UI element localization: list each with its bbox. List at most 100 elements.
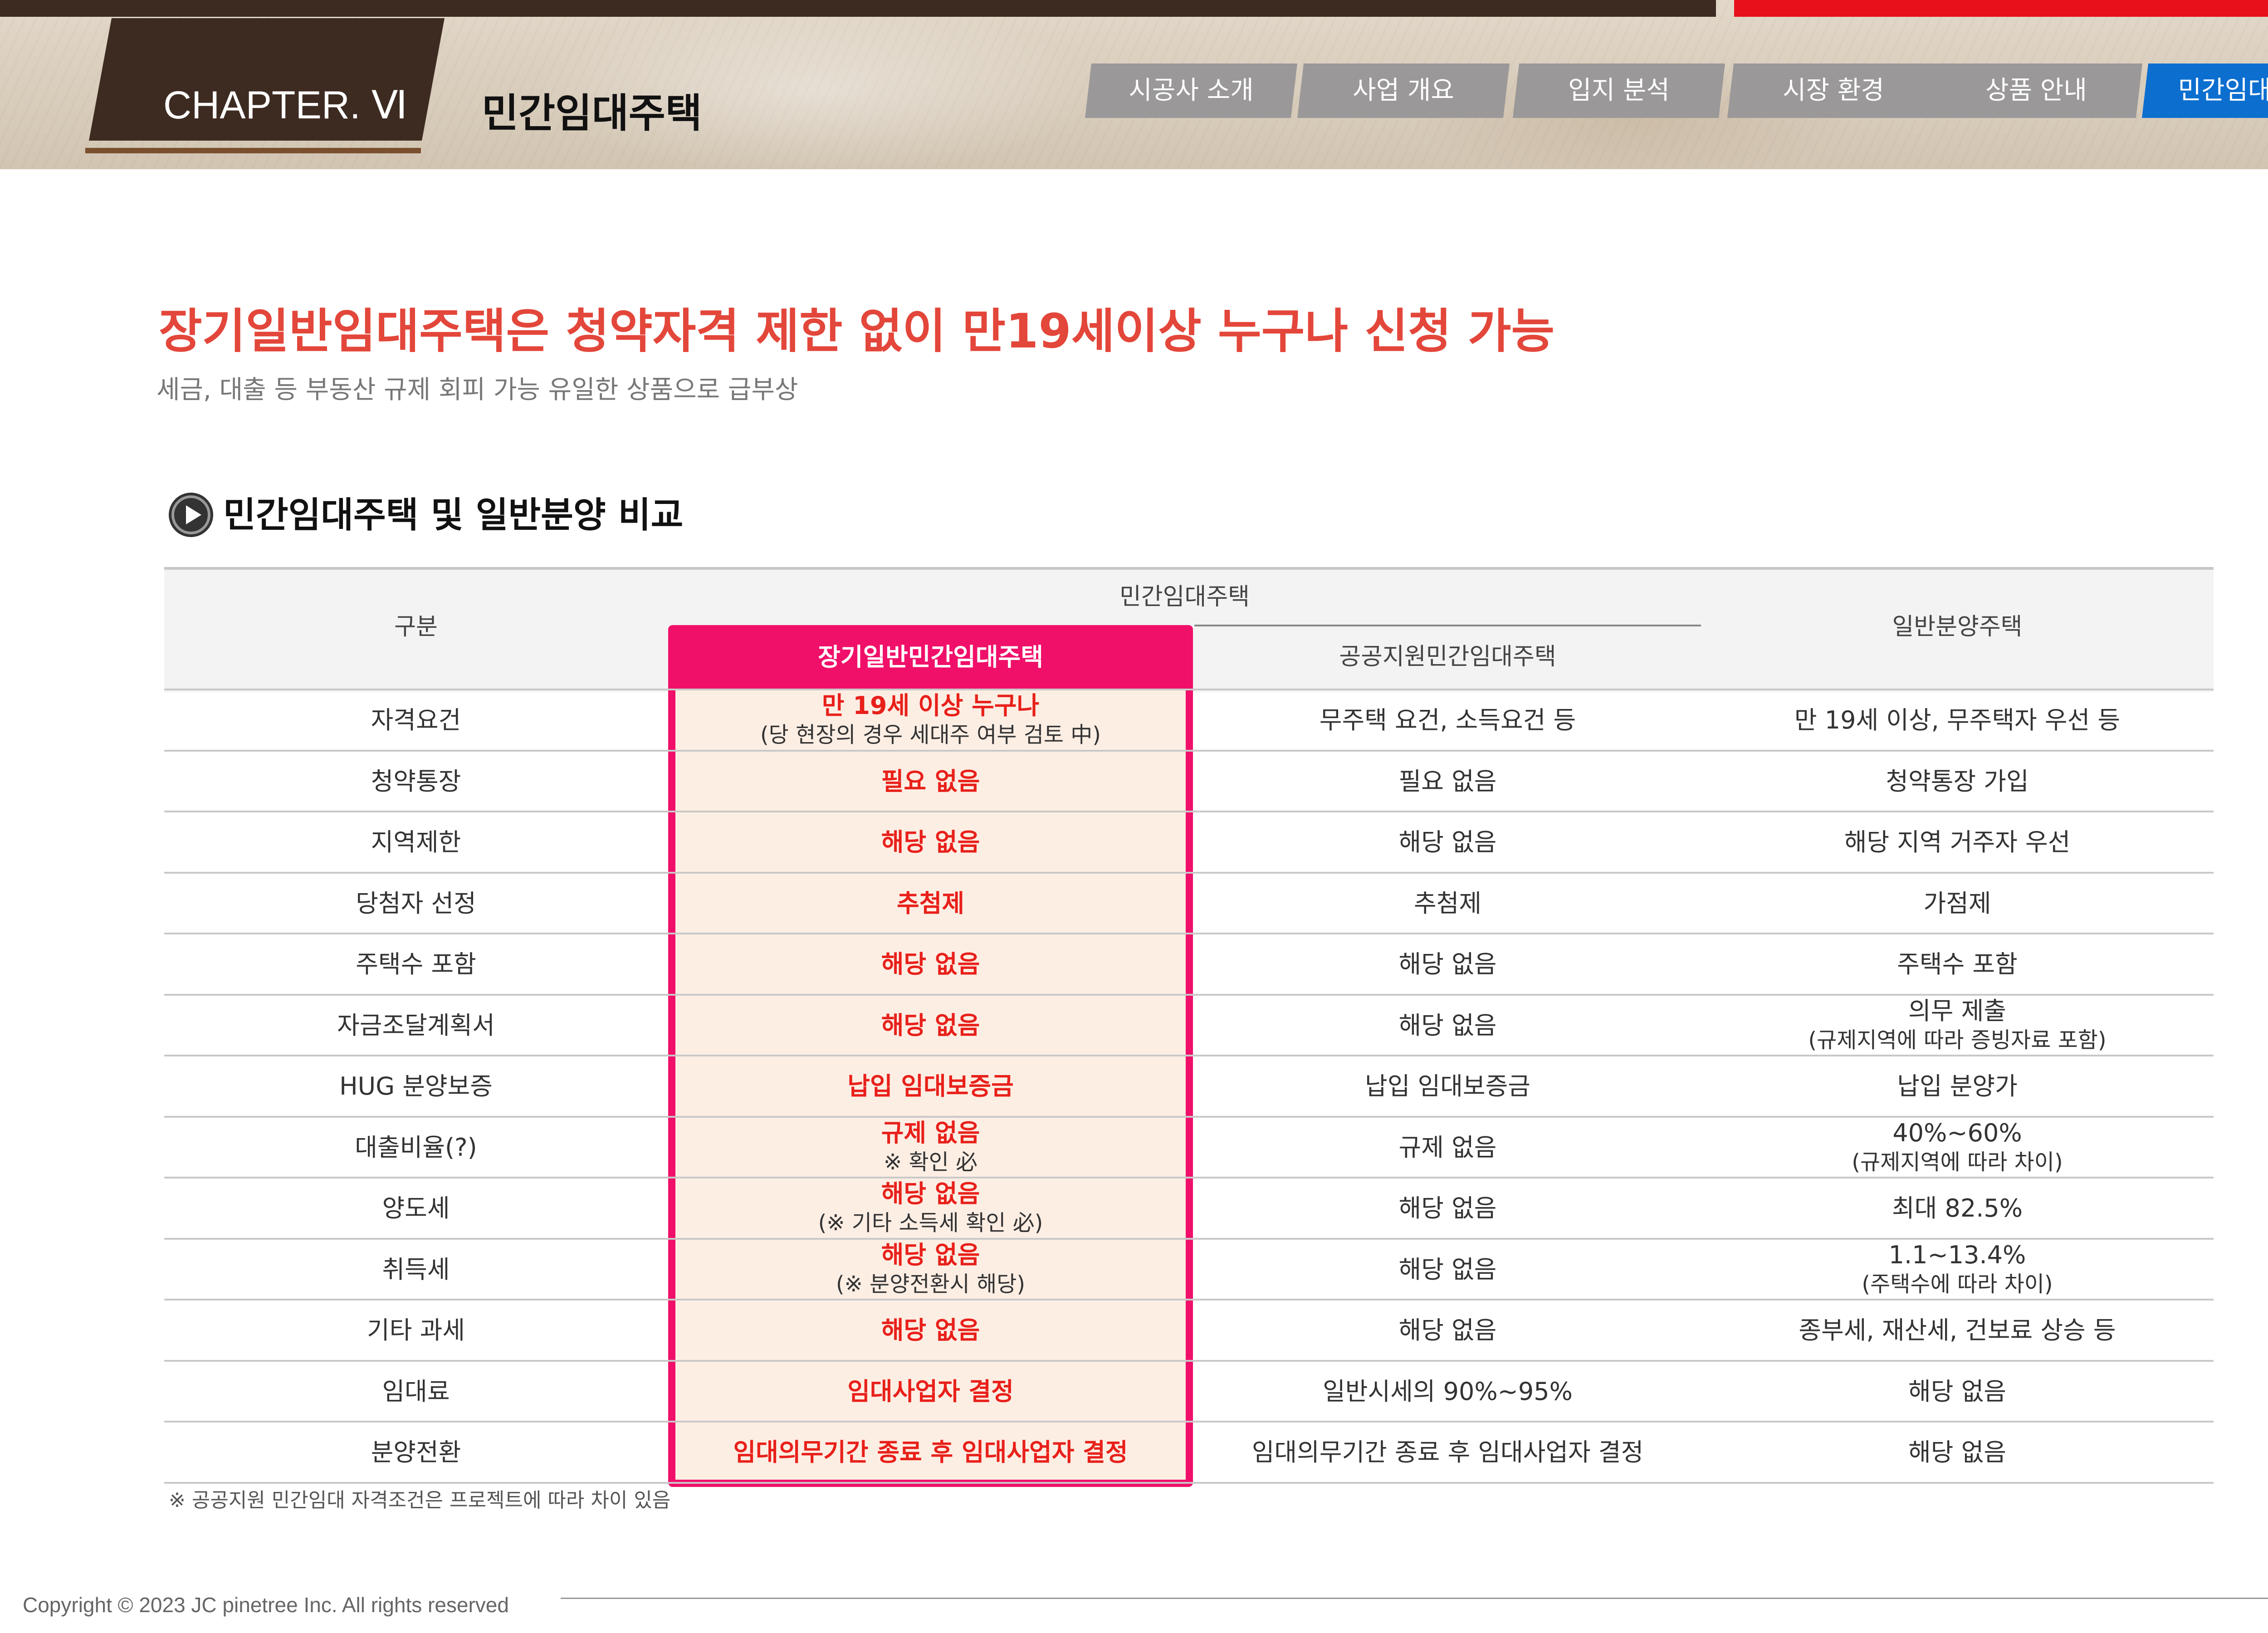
nav-tab-product[interactable]: 상품 안내 xyxy=(1930,64,2142,118)
play-circle-icon xyxy=(169,493,213,537)
cell-text: 임대의무기간 종료 후 임대사업자 결정 xyxy=(733,1438,1128,1467)
nav-tab-location[interactable]: 입지 분석 xyxy=(1513,64,1725,118)
cell-general: 해당 없음 xyxy=(1701,1361,2214,1422)
cell-public: 규제 없음 xyxy=(1194,1117,1701,1178)
cell-text: 해당 없음 xyxy=(881,828,980,856)
cell-general: 1.1~13.4% (주택수에 따라 차이) xyxy=(1701,1239,2214,1300)
cell-category: 임대료 xyxy=(164,1361,668,1422)
cell-long-term: 해당 없음 (※ 기타 소득세 확인 必) xyxy=(675,1178,1186,1239)
cell-text: 해당 없음 xyxy=(1398,950,1497,978)
cell-long-term: 추첨제 xyxy=(675,873,1186,934)
cell-text: 취득세 xyxy=(382,1255,450,1284)
cell-subtext: (주택수에 따라 차이) xyxy=(1862,1271,2053,1297)
cell-text: 해당 없음 xyxy=(1398,1255,1497,1284)
cell-subtext: (※ 분양전환시 해당) xyxy=(836,1271,1026,1297)
cell-subtext: (규제지역에 따라 차이) xyxy=(1852,1149,2063,1175)
header-long-term-rental: 장기일반민간임대주택 xyxy=(668,625,1193,689)
cell-text: 의무 제출 xyxy=(1908,997,2006,1025)
cell-text: 양도세 xyxy=(382,1194,450,1222)
cell-text: 자금조달계획서 xyxy=(337,1011,495,1040)
cell-text: 임대료 xyxy=(382,1377,450,1406)
cell-category: HUG 분양보증 xyxy=(164,1056,668,1117)
cell-text: 해당 지역 거주자 우선 xyxy=(1844,828,2071,856)
chapter-title: 민간임대주택 xyxy=(482,90,702,137)
cell-text: 무주택 요건, 소득요건 등 xyxy=(1319,706,1576,734)
top-accent-bar-dark xyxy=(0,0,1716,17)
cell-text: 납입 임대보증금 xyxy=(1365,1072,1530,1100)
cell-text: 납입 임대보증금 xyxy=(847,1072,1014,1100)
cell-long-term: 만 19세 이상 누구나 (당 현장의 경우 세대주 여부 검토 中) xyxy=(675,690,1186,751)
cell-general: 의무 제출 (규제지역에 따라 증빙자료 포함) xyxy=(1701,995,2214,1056)
cell-text: 당첨자 선정 xyxy=(356,889,476,918)
cell-text: 주택수 포함 xyxy=(1897,950,2018,978)
cell-category: 주택수 포함 xyxy=(164,934,668,995)
cell-text: 기타 과세 xyxy=(367,1316,465,1345)
section-title: 민간임대주택 및 일반분양 비교 xyxy=(223,495,684,536)
cell-text: 해당 없음 xyxy=(1908,1438,2006,1467)
cell-subtext: ※ 확인 必 xyxy=(883,1149,978,1175)
cell-text: 추첨제 xyxy=(896,889,965,918)
cell-general: 해당 없음 xyxy=(1701,1422,2214,1483)
nav-tab-contractor[interactable]: 시공사 소개 xyxy=(1085,64,1297,118)
nav-tab-market[interactable]: 시장 환경 xyxy=(1727,64,1940,118)
cell-general: 납입 분양가 xyxy=(1701,1056,2214,1117)
cell-text: 해당 없음 xyxy=(1398,1011,1497,1040)
cell-subtext: (당 현장의 경우 세대주 여부 검토 中) xyxy=(760,722,1101,748)
headline: 장기일반임대주택은 청약자격 제한 없이 만19세이상 누구나 신청 가능 xyxy=(159,303,1555,359)
nav-tab-overview[interactable]: 사업 개요 xyxy=(1297,64,1510,118)
cell-long-term: 임대사업자 결정 xyxy=(675,1361,1186,1422)
cell-text: 주택수 포함 xyxy=(356,950,476,978)
cell-general: 만 19세 이상, 무주택자 우선 등 xyxy=(1701,690,2214,751)
cell-text: 해당 없음 xyxy=(881,1316,980,1345)
cell-public: 해당 없음 xyxy=(1194,1239,1701,1300)
cell-category: 기타 과세 xyxy=(164,1300,668,1361)
cell-category: 자금조달계획서 xyxy=(164,995,668,1056)
cell-public: 일반시세의 90%~95% xyxy=(1194,1361,1701,1422)
cell-long-term: 임대의무기간 종료 후 임대사업자 결정 xyxy=(675,1422,1186,1483)
chapter-underline xyxy=(85,148,421,153)
cell-text: 해당 없음 xyxy=(1398,1316,1497,1345)
cell-text: 규제 없음 xyxy=(881,1119,980,1147)
cell-text: 일반시세의 90%~95% xyxy=(1323,1377,1573,1406)
nav-tab-private-rental[interactable]: 민간임대주택 xyxy=(2142,64,2268,118)
cell-general: 종부세, 재산세, 건보료 상승 등 xyxy=(1701,1300,2214,1361)
cell-text: 최대 82.5% xyxy=(1892,1194,2023,1222)
cell-public: 해당 없음 xyxy=(1194,1178,1701,1239)
header-group-divider xyxy=(1194,625,1701,626)
cell-text: 해당 없음 xyxy=(881,1179,980,1208)
cell-text: 40%~60% xyxy=(1892,1119,2022,1147)
cell-text: 지역제한 xyxy=(371,828,461,856)
cell-text: 대출비율(?) xyxy=(355,1133,477,1162)
cell-public: 추첨제 xyxy=(1194,873,1701,934)
cell-public: 해당 없음 xyxy=(1194,1300,1701,1361)
cell-text: 1.1~13.4% xyxy=(1888,1241,2026,1269)
cell-text: 납입 분양가 xyxy=(1897,1072,2018,1100)
cell-text: 임대의무기간 종료 후 임대사업자 결정 xyxy=(1251,1438,1644,1467)
cell-long-term: 해당 없음 xyxy=(675,934,1186,995)
cell-text: 해당 없음 xyxy=(1908,1377,2006,1406)
cell-general: 40%~60% (규제지역에 따라 차이) xyxy=(1701,1117,2214,1178)
cell-long-term: 필요 없음 xyxy=(675,751,1186,812)
cell-public: 해당 없음 xyxy=(1194,934,1701,995)
cell-long-term: 해당 없음 xyxy=(675,995,1186,1056)
cell-category: 취득세 xyxy=(164,1239,668,1300)
cell-long-term: 해당 없음 (※ 분양전환시 해당) xyxy=(675,1239,1186,1300)
cell-text: HUG 분양보증 xyxy=(339,1072,493,1100)
cell-long-term: 해당 없음 xyxy=(675,1300,1186,1361)
cell-category: 자격요건 xyxy=(164,690,668,751)
cell-public: 해당 없음 xyxy=(1194,995,1701,1056)
copyright: Copyright © 2023 JC pinetree Inc. All ri… xyxy=(23,1593,509,1617)
cell-text: 종부세, 재산세, 건보료 상승 등 xyxy=(1799,1316,2116,1345)
cell-general: 청약통장 가입 xyxy=(1701,751,2214,812)
cell-public: 임대의무기간 종료 후 임대사업자 결정 xyxy=(1194,1422,1701,1483)
cell-subtext: (※ 기타 소득세 확인 必) xyxy=(818,1210,1043,1236)
cell-text: 만 19세 이상, 무주택자 우선 등 xyxy=(1794,706,2121,734)
cell-category: 대출비율(?) xyxy=(164,1117,668,1178)
cell-text: 규제 없음 xyxy=(1398,1133,1497,1162)
cell-text: 가점제 xyxy=(1923,889,1991,918)
cell-text: 해당 없음 xyxy=(1398,828,1497,856)
cell-text: 해당 없음 xyxy=(881,950,980,978)
cell-category: 양도세 xyxy=(164,1178,668,1239)
cell-text: 청약통장 xyxy=(371,767,461,796)
cell-text: 추첨제 xyxy=(1413,889,1482,918)
